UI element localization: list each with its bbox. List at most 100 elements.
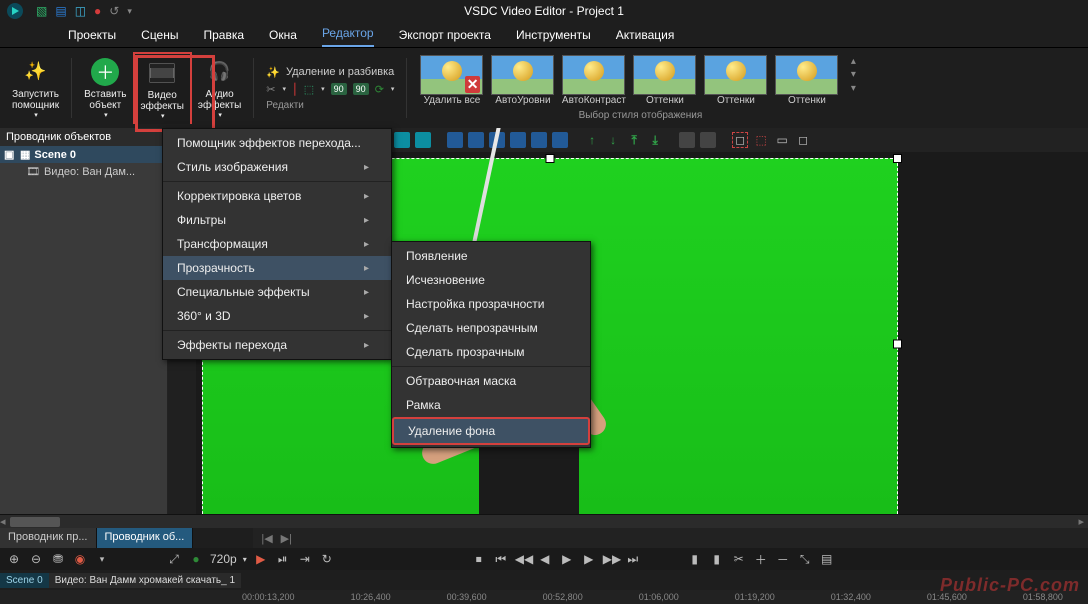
mt-sel-2[interactable]: ⬚ bbox=[753, 132, 769, 148]
tb-rew-icon[interactable]: ◀◀ bbox=[515, 552, 531, 566]
resolution-indicator[interactable]: ● bbox=[188, 552, 204, 566]
mt-sel-4[interactable]: ◻ bbox=[795, 132, 811, 148]
mt-align-5[interactable] bbox=[394, 132, 410, 148]
arrow-up-icon[interactable]: ↑ bbox=[584, 132, 600, 148]
qa-record-icon[interactable]: ● bbox=[94, 4, 101, 18]
menu-export[interactable]: Экспорт проекта bbox=[399, 23, 491, 47]
menu-activation[interactable]: Активация bbox=[616, 23, 675, 47]
resolution-label[interactable]: 720p bbox=[210, 552, 237, 566]
thumb-more[interactable]: ▴▾▾ bbox=[843, 55, 863, 106]
record-icon[interactable]: ◉ bbox=[72, 552, 88, 566]
sub-make-opaque[interactable]: Сделать непрозрачным bbox=[392, 316, 590, 340]
zoom-out-icon[interactable]: － bbox=[775, 551, 791, 568]
thumb-auto-contrast[interactable]: АвтоКонтраст bbox=[559, 55, 628, 106]
ribbon-video-effects[interactable]: Видео эффекты▾ bbox=[133, 52, 192, 124]
sub-make-transparent[interactable]: Сделать прозрачным bbox=[392, 340, 590, 364]
menu-scenes[interactable]: Сцены bbox=[141, 23, 178, 47]
loop-icon[interactable]: ↻ bbox=[319, 552, 335, 566]
left-panel-hscroll[interactable]: ◂ ▸ bbox=[0, 514, 1088, 528]
range-icon[interactable]: ⇥ bbox=[297, 552, 313, 566]
tb-last-icon[interactable]: ⏭ bbox=[625, 552, 641, 567]
menu-windows[interactable]: Окна bbox=[269, 23, 297, 47]
qa-split-icon[interactable]: ◫ bbox=[75, 4, 86, 18]
ribbon-run-wizard[interactable]: ✨ Запустить помощник▾ bbox=[6, 52, 65, 124]
handle-tr[interactable] bbox=[893, 154, 902, 163]
thumb-hue-1[interactable]: Оттенки bbox=[630, 55, 699, 106]
rotate-cw-icon[interactable]: 90 bbox=[353, 83, 369, 95]
menu-editor[interactable]: Редактор bbox=[322, 21, 374, 47]
ctx-transition-fx[interactable]: Эффекты перехода bbox=[163, 333, 391, 357]
menu-tools[interactable]: Инструменты bbox=[516, 23, 591, 47]
timeline-clip-tab[interactable]: Видео: Ван Дамм хромакей скачать_ 1 bbox=[49, 573, 241, 588]
sub-disappear[interactable]: Исчезновение bbox=[392, 268, 590, 292]
tb-play-icon[interactable]: ▶ bbox=[559, 552, 575, 566]
mt-misc-1[interactable] bbox=[679, 132, 695, 148]
mt-dist-4[interactable] bbox=[510, 132, 526, 148]
settings-tl-icon[interactable]: ▤ bbox=[819, 552, 835, 566]
mt-sel-3[interactable]: ▭ bbox=[774, 132, 790, 148]
tree-scene[interactable]: ▣ ▦ Scene 0 bbox=[0, 146, 167, 163]
rotate-ccw-icon[interactable]: 90 bbox=[331, 83, 347, 95]
handle-rm[interactable] bbox=[893, 339, 902, 348]
mt-align-6[interactable] bbox=[415, 132, 431, 148]
thumb-auto-levels[interactable]: АвтоУровни bbox=[488, 55, 557, 106]
play-icon[interactable]: ▶ bbox=[253, 552, 269, 566]
ctx-transform[interactable]: Трансформация bbox=[163, 232, 391, 256]
step-frame-icon[interactable]: ⏯ bbox=[275, 552, 291, 567]
menu-edit[interactable]: Правка bbox=[204, 23, 245, 47]
thumb-hue-2[interactable]: Оттенки bbox=[701, 55, 770, 106]
add-track-icon[interactable]: ⊕ bbox=[6, 552, 22, 566]
tab-object-explorer[interactable]: Проводник об... bbox=[97, 528, 194, 548]
tab-project-explorer[interactable]: Проводник пр... bbox=[0, 528, 97, 548]
tl-jump-start-icon[interactable]: |◀ bbox=[261, 532, 272, 545]
ctx-special-fx[interactable]: Специальные эффекты bbox=[163, 280, 391, 304]
collapse-icon[interactable]: ▣ bbox=[4, 148, 16, 161]
timeline-scene-tab[interactable]: Scene 0 bbox=[0, 573, 49, 588]
sub-frame[interactable]: Рамка bbox=[392, 393, 590, 417]
mark-out-icon[interactable]: ▮ bbox=[709, 552, 725, 566]
mt-dist-1[interactable] bbox=[447, 132, 463, 148]
tb-first-icon[interactable]: ⏮ bbox=[493, 552, 509, 567]
ctx-360-3d[interactable]: 360° и 3D bbox=[163, 304, 391, 328]
ctx-image-style[interactable]: Стиль изображения bbox=[163, 155, 391, 179]
ctx-filters[interactable]: Фильтры bbox=[163, 208, 391, 232]
timeline-ruler[interactable]: 00:00:13,200 10:26,400 00:39,600 00:52,8… bbox=[0, 590, 1088, 604]
qa-export-icon[interactable]: ▤ bbox=[55, 4, 66, 18]
tb-stop-icon[interactable]: ⏹ bbox=[471, 552, 487, 567]
mt-dist-2[interactable] bbox=[468, 132, 484, 148]
sub-set-transparency[interactable]: Настройка прозрачности bbox=[392, 292, 590, 316]
ribbon-audio-effects[interactable]: 🎧 Аудио эффекты▾ bbox=[192, 52, 247, 124]
razor-icon[interactable]: ⎮ bbox=[292, 83, 298, 96]
tb-ffwd-icon[interactable]: ▶▶ bbox=[603, 552, 619, 566]
handle-tm[interactable] bbox=[546, 154, 555, 163]
layers-icon[interactable]: ⛃ bbox=[50, 552, 66, 566]
arrow-top-icon[interactable]: ⤒ bbox=[626, 132, 642, 148]
magic-cut-icon[interactable]: ✨ bbox=[266, 66, 280, 79]
zoom-in-icon[interactable]: ＋ bbox=[753, 551, 769, 568]
mt-dist-6[interactable] bbox=[552, 132, 568, 148]
refresh-icon[interactable]: ⟳ bbox=[375, 83, 384, 96]
qa-undo-icon[interactable]: ↺ bbox=[109, 4, 119, 18]
tb-prev-icon[interactable]: ◀ bbox=[537, 552, 553, 566]
zoom-fit-icon[interactable]: ⤡ bbox=[797, 552, 813, 567]
remove-track-icon[interactable]: ⊖ bbox=[28, 552, 44, 566]
thumb-delete-all[interactable]: Удалить все bbox=[417, 55, 486, 106]
menu-projects[interactable]: Проекты bbox=[68, 23, 116, 47]
crop-icon[interactable]: ⬚ bbox=[304, 83, 314, 96]
sub-appear[interactable]: Появление bbox=[392, 244, 590, 268]
arrow-down-icon[interactable]: ↓ bbox=[605, 132, 621, 148]
mt-dist-5[interactable] bbox=[531, 132, 547, 148]
mt-sel-1[interactable]: ◻ bbox=[732, 132, 748, 148]
ctx-transition-wizard[interactable]: Помощник эффектов перехода... bbox=[163, 131, 391, 155]
tl-jump-end-icon[interactable]: ▶| bbox=[281, 532, 292, 545]
tree-clip[interactable]: 🎞 Видео: Ван Дам... bbox=[0, 163, 167, 180]
fit-icon[interactable]: ⤢ bbox=[166, 552, 182, 567]
more-icon[interactable]: ▾ bbox=[94, 554, 110, 565]
ribbon-insert-object[interactable]: ＋ Вставить объект▾ bbox=[78, 52, 132, 124]
cut-icon[interactable]: ✂ bbox=[266, 83, 275, 96]
thumb-hue-3[interactable]: Оттенки bbox=[772, 55, 841, 106]
arrow-bottom-icon[interactable]: ⤓ bbox=[647, 132, 663, 148]
tb-next-icon[interactable]: ▶ bbox=[581, 552, 597, 566]
cut-tl-icon[interactable]: ✂ bbox=[731, 552, 747, 566]
qa-dropdown-icon[interactable]: ▾ bbox=[127, 6, 132, 17]
